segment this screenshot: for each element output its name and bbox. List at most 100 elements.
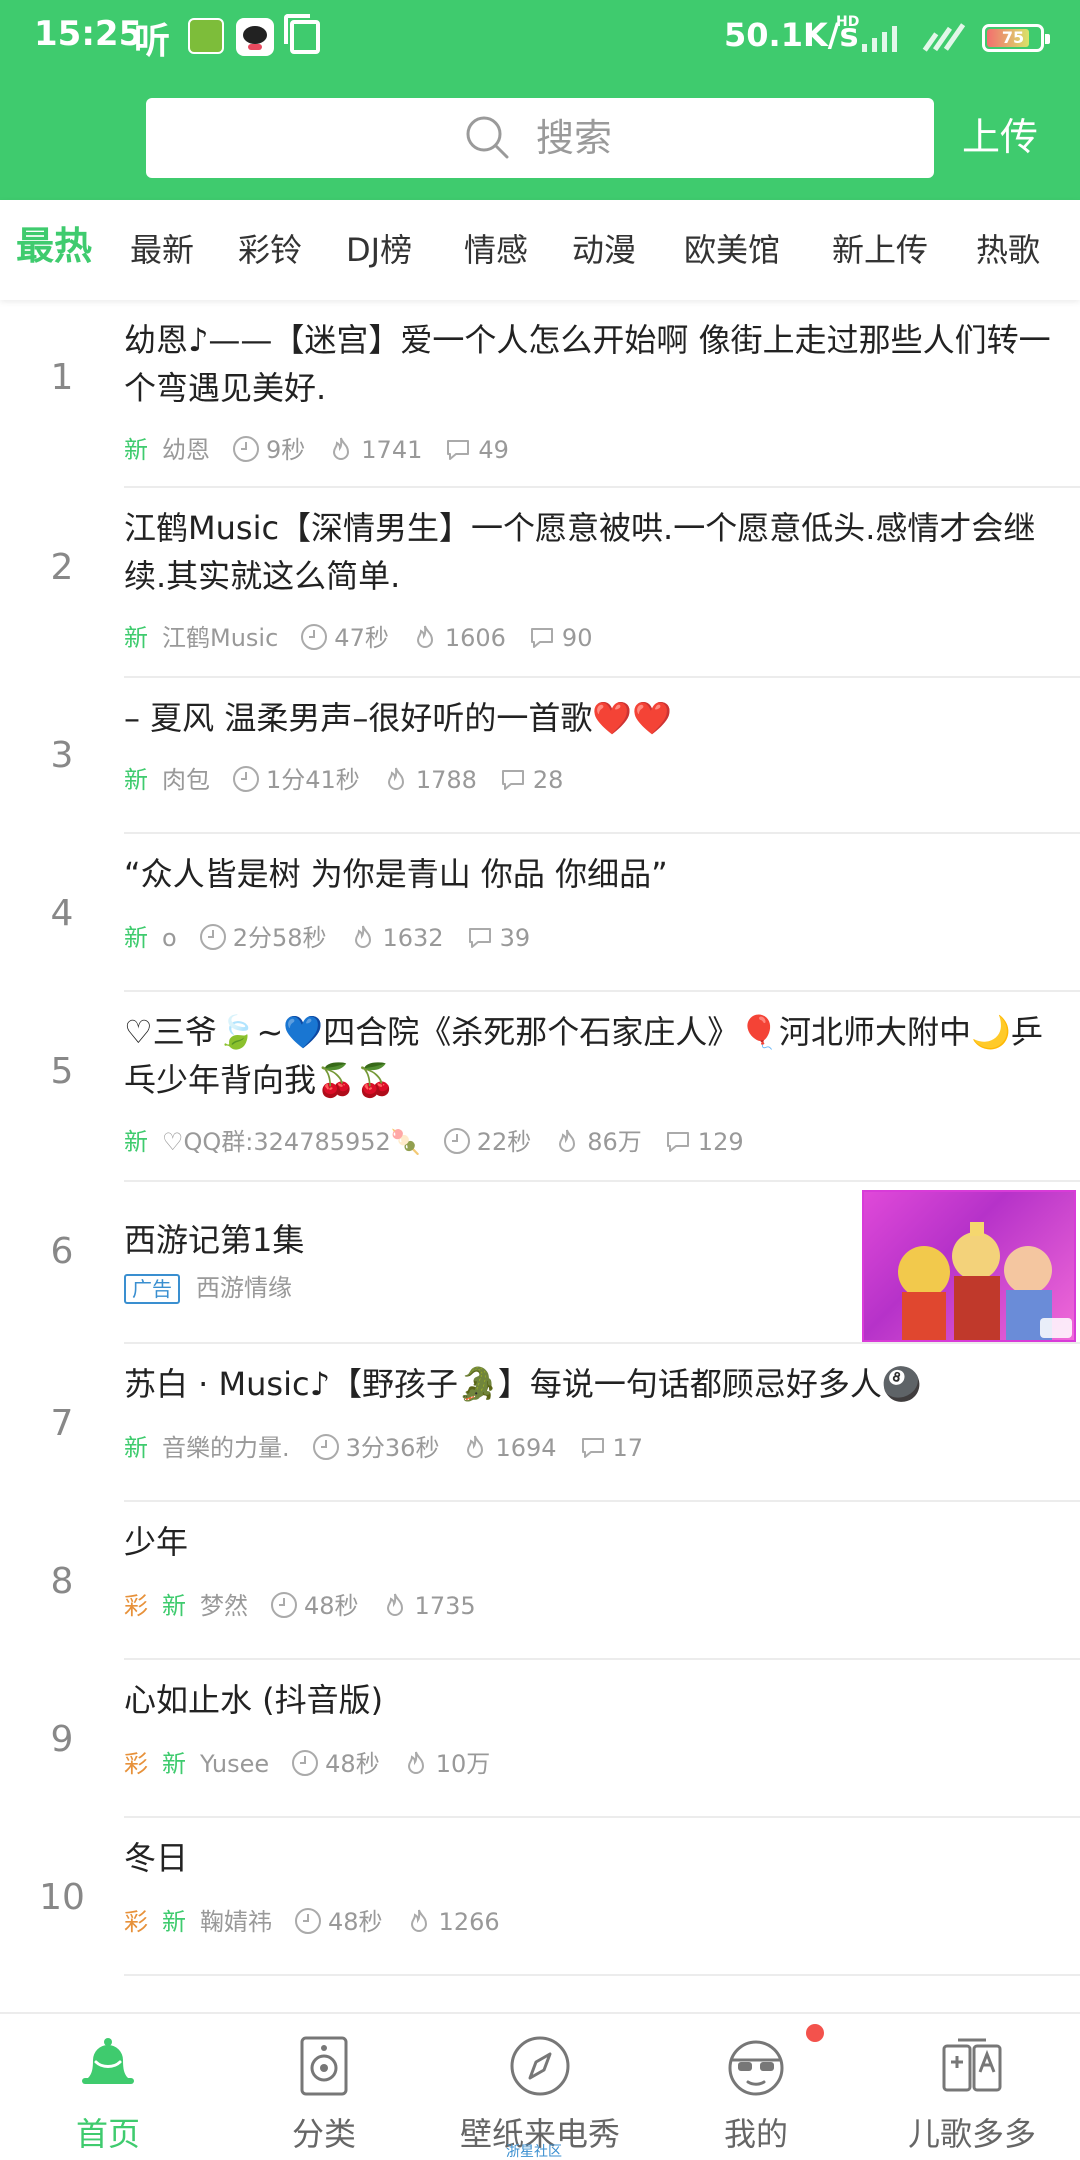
nav-label: 我的 <box>723 2115 788 2153</box>
notification-app-icon <box>188 18 224 54</box>
play-count: 1606 <box>444 624 506 652</box>
search-input[interactable]: 搜索 <box>146 98 934 178</box>
list-item[interactable]: 10 冬日 彩新鞠婧祎 48秒 1266 <box>0 1818 1080 1976</box>
list-item[interactable]: 1 幼恩♪——【迷宫】爱一个人怎么开始啊 像街上走过那些人们转一个弯遇见美好. … <box>0 300 1080 488</box>
nav-kids-songs[interactable]: 儿歌多多 <box>864 2014 1080 2160</box>
new-badge: 新 <box>162 1908 186 1936</box>
flame-icon <box>407 1751 424 1774</box>
new-badge: 新 <box>162 1750 186 1778</box>
tab-newest[interactable]: 最新 <box>130 226 194 274</box>
play-count: 1266 <box>438 1908 500 1936</box>
clock-icon <box>233 766 259 792</box>
list-item[interactable]: 5 ♡三爷🍃~💙四合院《杀死那个石家庄人》🎈河北师大附中🌙乒乓少年背向我🍒🍒 新… <box>0 992 1080 1182</box>
duration: 48秒 <box>304 1592 359 1620</box>
flame-icon <box>386 1593 403 1616</box>
kids-book-icon <box>942 2038 1002 2092</box>
rank-number: 5 <box>50 1051 74 1092</box>
bottom-navigation: 首页 分类 壁纸来电秀 我的 儿歌多多 <box>0 2012 1080 2160</box>
song-meta: 新肉包 1分41秒 1788 28 <box>124 762 563 798</box>
list-item[interactable]: 8 少年 彩新梦然 48秒 1735 <box>0 1502 1080 1660</box>
signal-icon <box>862 22 912 52</box>
ringtone-badge: 彩 <box>124 1750 148 1778</box>
song-meta: 新江鹤Music 47秒 1606 90 <box>124 620 592 656</box>
author-name[interactable]: Yusee <box>200 1750 269 1778</box>
play-count: 1632 <box>382 924 444 952</box>
app-header: 15:25 听 50.1K/s HD 75 搜索 上传 <box>0 0 1080 200</box>
comment-count: 28 <box>532 766 564 794</box>
upload-button[interactable]: 上传 <box>962 112 1038 162</box>
nav-label: 分类 <box>291 2115 356 2153</box>
song-meta: 彩新梦然 48秒 1735 <box>124 1588 476 1624</box>
song-title: – 夏风 温柔男声–很好听的一首歌❤️❤️ <box>124 699 673 737</box>
duration: 1分41秒 <box>266 766 360 794</box>
list-item[interactable]: 2 江鹤Music【深情男生】一个愿意被哄.一个愿意低头.感情才会继续.其实就这… <box>0 488 1080 678</box>
ringtone-badge: 彩 <box>124 1908 148 1936</box>
song-meta: 彩新 Yusee 48秒 10万 <box>124 1746 490 1782</box>
ad-list-item[interactable]: 6 西游记第1集 广告 西游情缘 <box>0 1182 1080 1344</box>
author-name[interactable]: 肉包 <box>162 766 210 794</box>
tab-emotion[interactable]: 情感 <box>464 226 528 274</box>
song-meta: 新音樂的力量. 3分36秒 1694 17 <box>124 1430 643 1466</box>
author-name[interactable]: ♡QQ群:324785952🍡 <box>162 1128 421 1156</box>
tab-ringtone[interactable]: 彩铃 <box>238 226 302 274</box>
clock-icon <box>443 1128 470 1154</box>
author-name[interactable]: 梦然 <box>200 1592 248 1620</box>
nav-label: 首页 <box>75 2115 140 2153</box>
search-icon <box>466 116 509 159</box>
author-name[interactable]: 幼恩 <box>162 436 210 464</box>
comment-count: 129 <box>697 1128 744 1156</box>
rank-number: 2 <box>50 547 74 588</box>
list-item[interactable]: 7 苏白 · Music♪【野孩子🐊】每说一句话都顾忌好多人🎱 新音樂的力量. 3… <box>0 1344 1080 1502</box>
flame-icon <box>559 1129 576 1152</box>
author-name[interactable]: 江鹤Music <box>162 624 278 652</box>
tab-hit-songs[interactable]: 热歌 <box>976 226 1040 274</box>
clock-icon <box>295 1908 321 1934</box>
new-badge: 新 <box>124 1434 148 1462</box>
new-badge: 新 <box>124 924 148 952</box>
bell-icon <box>82 2038 134 2084</box>
comment-icon <box>501 770 524 790</box>
song-title: ♡三爷🍃~💙四合院《杀死那个石家庄人》🎈河北师大附中🌙乒乓少年背向我🍒🍒 <box>124 1013 1043 1099</box>
tab-hottest[interactable]: 最热 <box>16 222 92 270</box>
play-count: 10万 <box>435 1750 491 1778</box>
category-tabs: 最热 最新 彩铃 DJ榜 情感 动漫 欧美馆 新上传 热歌 <box>0 200 1080 300</box>
comment-icon <box>530 628 553 648</box>
song-title: 心如止水 (抖音版) <box>124 1681 384 1719</box>
song-meta: 新 ♡QQ群:324785952🍡 22秒 86万 129 <box>124 1124 744 1160</box>
rank-number: 9 <box>50 1719 74 1760</box>
ad-source: 西游情缘 <box>196 1274 292 1302</box>
nav-home[interactable]: 首页 <box>0 2014 216 2160</box>
rank-number: 3 <box>50 735 74 776</box>
comment-count: 49 <box>478 436 509 464</box>
author-name[interactable]: 音樂的力量. <box>162 1434 290 1462</box>
ad-artwork <box>898 1222 1072 1340</box>
song-meta: 新幼恩 9秒 1741 49 <box>124 432 509 468</box>
duration: 22秒 <box>476 1128 532 1156</box>
tab-new-upload[interactable]: 新上传 <box>832 226 928 274</box>
duration: 47秒 <box>334 624 389 652</box>
list-item[interactable]: 9 心如止水 (抖音版) 彩新 Yusee 48秒 10万 <box>0 1660 1080 1818</box>
author-name[interactable]: 鞠婧祎 <box>200 1908 272 1936</box>
nav-category[interactable]: 分类 <box>216 2014 432 2160</box>
song-meta: 彩新鞠婧祎 48秒 1266 <box>124 1904 500 1940</box>
nav-mine[interactable]: 我的 <box>648 2014 864 2160</box>
flame-icon <box>387 767 404 790</box>
panda-app-icon <box>236 18 274 56</box>
list-item[interactable]: 4 “众人皆是树 为你是青山 你品 你细品” 新 o 2分58秒 1632 39 <box>0 834 1080 992</box>
tab-dj-chart[interactable]: DJ榜 <box>346 226 412 274</box>
tab-anime[interactable]: 动漫 <box>572 226 636 274</box>
flame-icon <box>333 437 350 460</box>
clock-icon <box>292 1750 319 1776</box>
nav-wallpaper[interactable]: 壁纸来电秀 <box>432 2014 648 2160</box>
song-list: 1 幼恩♪——【迷宫】爱一个人怎么开始啊 像街上走过那些人们转一个弯遇见美好. … <box>0 300 1080 2012</box>
clock-icon <box>233 436 259 462</box>
battery-level: 75 <box>1001 28 1025 47</box>
list-item[interactable]: 3 – 夏风 温柔男声–很好听的一首歌❤️❤️ 新肉包 1分41秒 1788 28 <box>0 678 1080 834</box>
tab-western[interactable]: 欧美馆 <box>684 226 780 274</box>
ad-image[interactable] <box>862 1190 1076 1342</box>
play-count: 86万 <box>587 1128 642 1156</box>
ad-meta: 广告 西游情缘 <box>124 1270 292 1306</box>
comment-icon <box>468 928 491 948</box>
compass-icon <box>510 2036 570 2096</box>
author-name[interactable]: o <box>162 924 177 952</box>
